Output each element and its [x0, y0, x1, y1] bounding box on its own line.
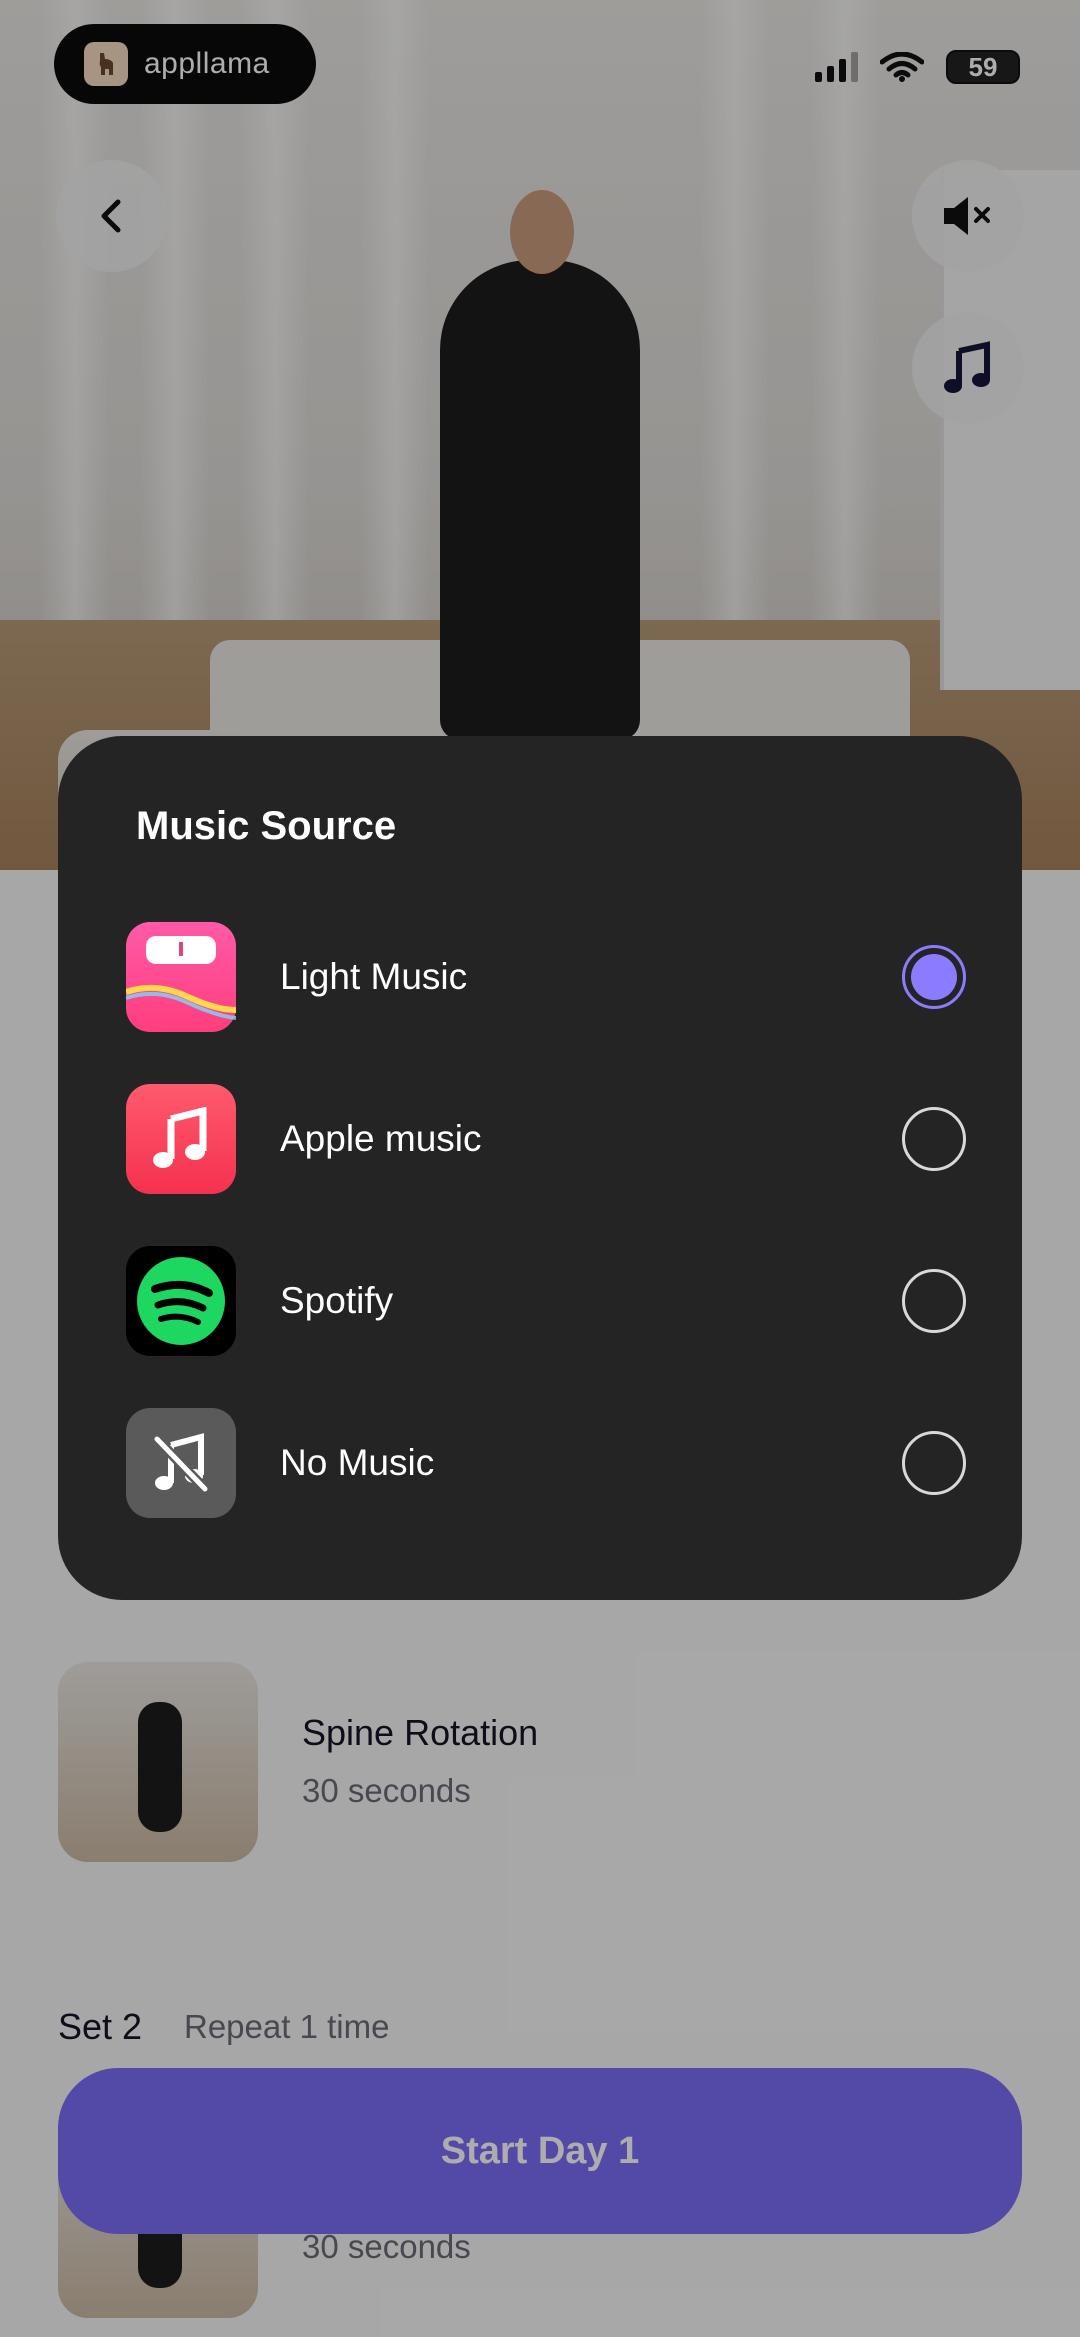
scale-app-icon — [126, 922, 236, 1032]
start-day-button[interactable]: Start Day 1 — [58, 2068, 1022, 2234]
battery-indicator: 59 — [946, 50, 1020, 84]
option-label: Light Music — [280, 956, 468, 997]
chevron-left-icon — [101, 199, 121, 233]
brand-name: appllama — [144, 47, 270, 80]
wifi-icon — [880, 52, 924, 82]
signal-icon — [815, 52, 858, 82]
set-repeat: Repeat 1 time — [184, 2008, 390, 2045]
music-source-sheet: Music Source Light Music Apple music Spo… — [58, 736, 1022, 1600]
option-label: Spotify — [280, 1280, 394, 1321]
radio-button[interactable] — [902, 1269, 966, 1333]
option-label: Apple music — [280, 1118, 482, 1159]
status-bar: 59 — [815, 50, 1020, 84]
sheet-title: Music Source — [136, 804, 397, 848]
radio-button[interactable] — [902, 1431, 966, 1495]
set-title: Set 2 — [58, 2006, 143, 2047]
option-apple-music[interactable]: Apple music — [126, 1084, 966, 1194]
music-button[interactable] — [912, 312, 1024, 424]
brand-pill: appllama — [54, 24, 316, 104]
exercise-name: Spine Rotation — [302, 1712, 539, 1753]
radio-button-selected[interactable] — [902, 945, 966, 1009]
mute-button[interactable] — [912, 160, 1024, 272]
apple-music-icon — [126, 1084, 236, 1194]
option-spotify[interactable]: Spotify — [126, 1246, 966, 1356]
instructor-figure — [440, 260, 640, 740]
exercise-duration: 30 seconds — [302, 1772, 471, 1809]
music-off-icon — [126, 1408, 236, 1518]
music-note-icon — [944, 341, 990, 393]
option-light-music[interactable]: Light Music — [126, 922, 966, 1032]
option-no-music[interactable]: No Music — [126, 1408, 966, 1518]
back-button[interactable] — [56, 160, 168, 272]
spotify-icon — [126, 1246, 236, 1356]
speaker-mute-icon — [944, 197, 990, 235]
exercise-thumbnail[interactable] — [58, 1662, 258, 1862]
llama-icon — [84, 42, 128, 86]
option-label: No Music — [280, 1442, 435, 1483]
radio-button[interactable] — [902, 1107, 966, 1171]
